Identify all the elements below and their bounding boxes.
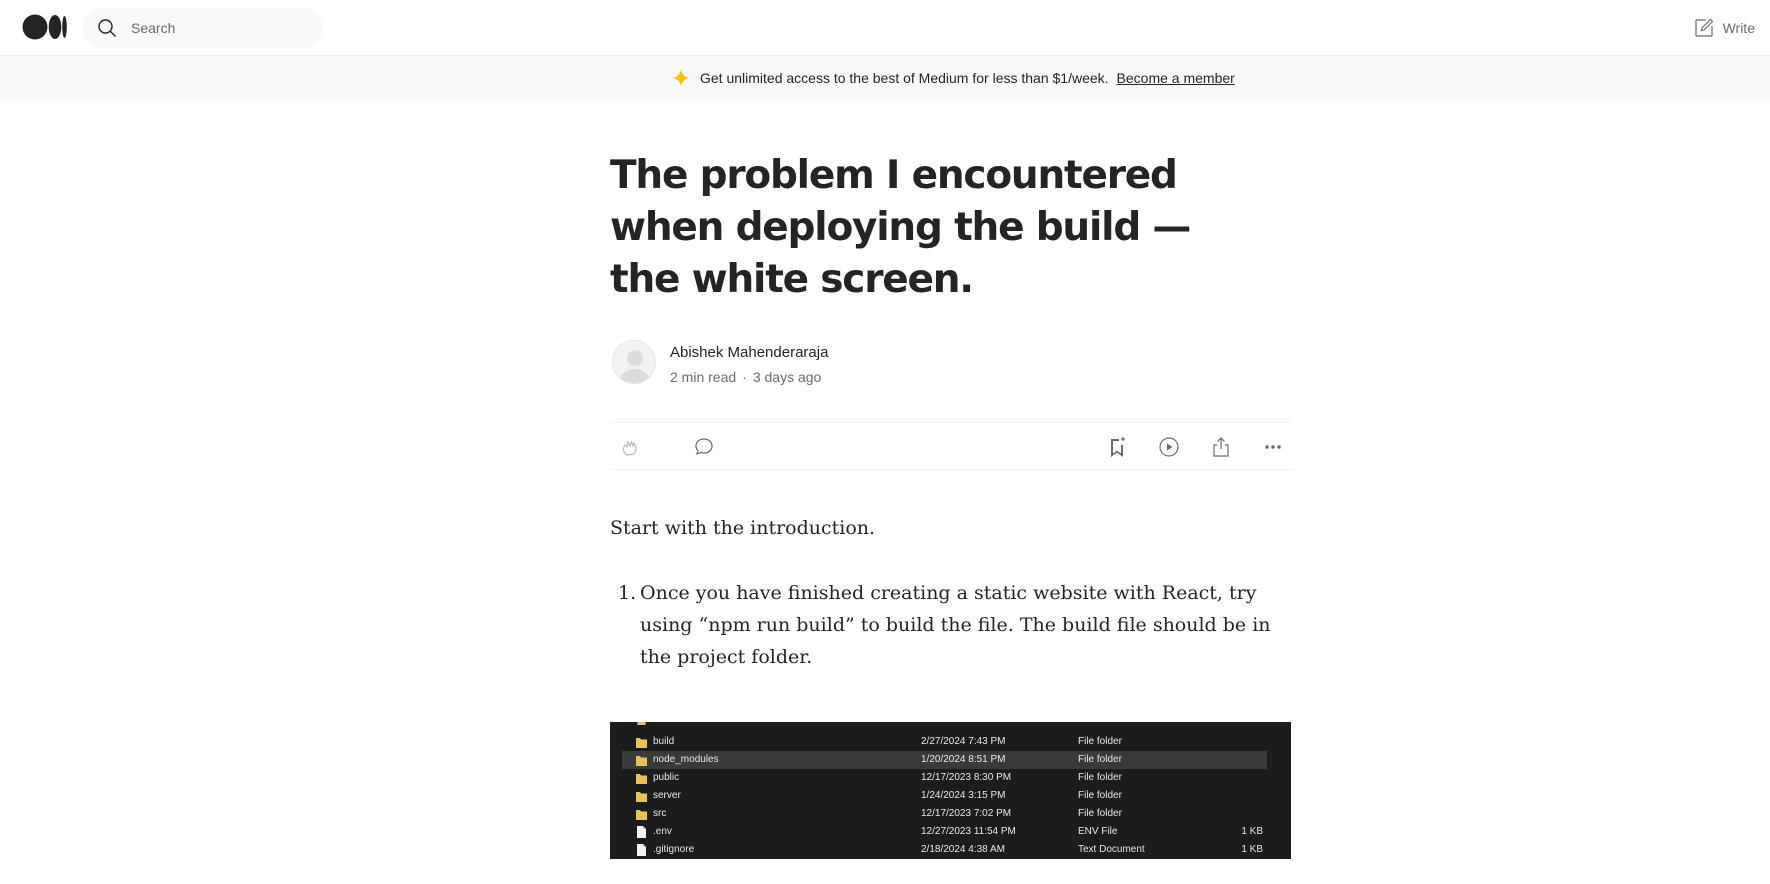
- top-nav: Search Write: [0, 0, 1770, 56]
- file-type: File folder: [1078, 790, 1122, 801]
- file-name: server: [653, 790, 681, 801]
- article-title: The problem I encountered when deploying…: [610, 153, 1191, 302]
- folder-icon: [636, 810, 647, 820]
- folder-icon: [636, 738, 647, 748]
- file-date: 2/18/2024 4:38 AM: [921, 844, 1005, 855]
- file-date: 12/17/2023 7:02 PM: [921, 808, 1012, 819]
- list-number: 1.: [618, 582, 637, 604]
- file-name: src: [653, 808, 667, 819]
- comment-icon[interactable]: [693, 436, 715, 458]
- article-header: The problem I encountered when deploying…: [610, 150, 1292, 306]
- sparkle-star-icon: [672, 69, 690, 87]
- file-date: 12/27/2023 11:54 PM: [921, 826, 1016, 837]
- file-type: File folder: [1078, 772, 1122, 783]
- list-item: 1. Once you have finished creating a sta…: [610, 577, 1292, 673]
- author-name[interactable]: Abishek Mahenderaraja: [670, 344, 828, 361]
- read-time: 2 min read: [670, 369, 737, 385]
- file-type: ENV File: [1078, 826, 1118, 837]
- bookmark-add-icon[interactable]: [1106, 436, 1128, 458]
- file-type: Text Document: [1078, 844, 1145, 855]
- file-explorer-screenshot: build 2/27/2024 7:43 PM File folder node_mo…: [610, 722, 1291, 859]
- share-icon[interactable]: [1210, 436, 1232, 458]
- folder-icon: [636, 774, 647, 784]
- write-button[interactable]: Write: [1693, 16, 1755, 40]
- article-body: Start with the introduction. 1. Once you…: [610, 512, 1292, 673]
- default-avatar-icon: [613, 341, 655, 383]
- file-row-node-modules: node_modules 1/20/2024 8:51 PM File folder: [622, 751, 1267, 769]
- membership-banner: Get unlimited access to the best of Medi…: [0, 57, 1770, 99]
- file-icon: [637, 826, 646, 838]
- banner-text: Get unlimited access to the best of Medi…: [700, 70, 1109, 86]
- file-date: 12/17/2023 8:30 PM: [921, 772, 1012, 783]
- folder-icon: [636, 756, 647, 766]
- file-row-build: build 2/27/2024 7:43 PM File folder: [622, 733, 1267, 751]
- search-input[interactable]: Search: [83, 8, 323, 48]
- file-size: 1 KB: [1241, 844, 1263, 855]
- write-icon: [1694, 18, 1713, 37]
- file-date: 1/24/2024 3:15 PM: [921, 790, 1006, 801]
- file-name: node_modules: [653, 754, 719, 765]
- medium-logo-icon[interactable]: [22, 14, 68, 40]
- file-name: .gitignore: [653, 844, 695, 855]
- file-icon: [637, 844, 646, 856]
- file-row-gitignore: .gitignore 2/18/2024 4:38 AM Text Document…: [622, 841, 1267, 859]
- write-label: Write: [1722, 20, 1755, 36]
- file-size: 1 KB: [1241, 826, 1263, 837]
- file-type: File folder: [1078, 808, 1122, 819]
- file-date: 1/20/2024 8:51 PM: [921, 754, 1006, 765]
- become-member-link[interactable]: Become a member: [1117, 70, 1235, 86]
- article-action-bar: [610, 422, 1292, 470]
- file-date: 2/27/2024 7:43 PM: [921, 736, 1006, 747]
- folder-icon: [637, 722, 646, 725]
- listen-play-icon[interactable]: [1158, 436, 1180, 458]
- avatar[interactable]: [612, 340, 656, 384]
- file-row-public: public 12/17/2023 8:30 PM File folder: [622, 769, 1267, 787]
- search-icon: [98, 19, 116, 37]
- file-row-env: .env 12/27/2023 11:54 PM ENV File 1 KB: [622, 823, 1267, 841]
- file-row-server: server 1/24/2024 3:15 PM File folder: [622, 787, 1267, 805]
- file-row-src: src 12/17/2023 7:02 PM File folder: [622, 805, 1267, 823]
- list-item-text: Once you have finished creating a static…: [640, 582, 1271, 668]
- publish-date: 3 days ago: [752, 369, 822, 385]
- article-meta: 2 min read · 3 days ago: [670, 369, 821, 385]
- search-placeholder: Search: [131, 20, 176, 36]
- file-type: File folder: [1078, 754, 1122, 765]
- more-options-icon[interactable]: [1262, 436, 1284, 458]
- clap-icon[interactable]: [620, 436, 642, 458]
- file-name: .env: [653, 826, 672, 837]
- file-name: public: [653, 772, 680, 783]
- file-name: build: [653, 736, 675, 747]
- meta-separator: ·: [742, 369, 747, 385]
- folder-icon: [636, 792, 647, 802]
- intro-paragraph: Start with the introduction.: [610, 517, 876, 539]
- file-type: File folder: [1078, 736, 1122, 747]
